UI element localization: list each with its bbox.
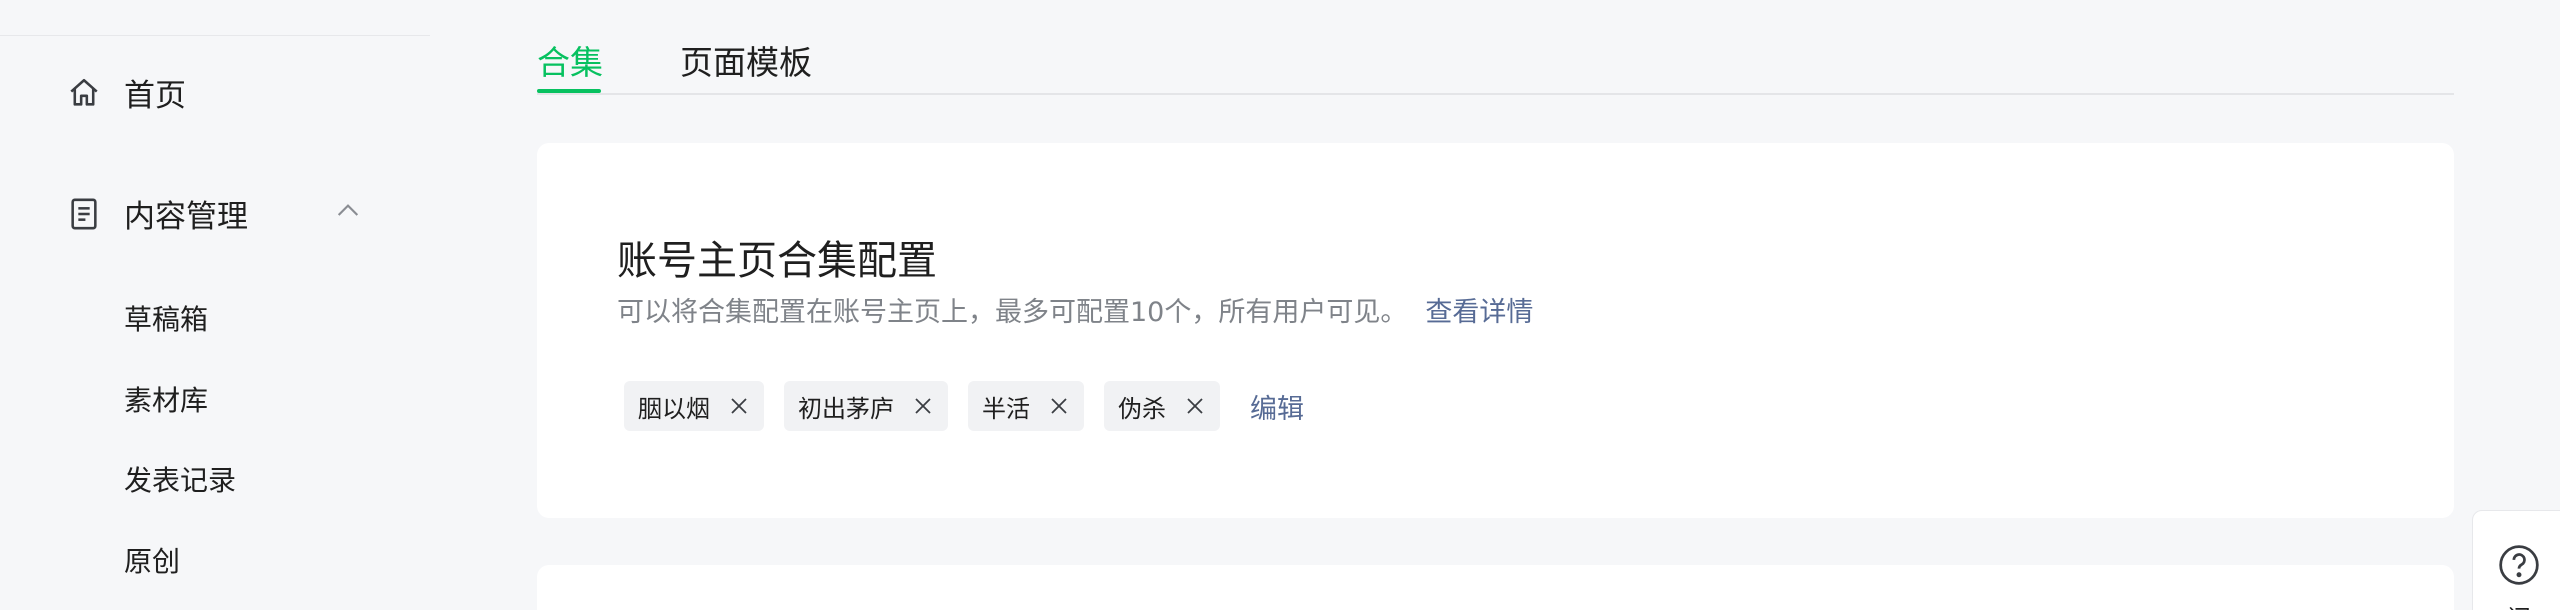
help-label: 问: [2507, 599, 2531, 610]
card-description: 可以将合集配置在账号主页上，最多可配置10个，所有用户可见。 查看详情: [617, 290, 1533, 329]
secondary-card: [537, 565, 2454, 610]
sidebar-item-drafts[interactable]: 草稿箱: [124, 298, 208, 338]
tab-bar: 合集 页面模板: [537, 0, 2454, 95]
tab-collection[interactable]: 合集: [537, 36, 603, 84]
collection-config-card: 账号主页合集配置 可以将合集配置在账号主页上，最多可配置10个，所有用户可见。查…: [537, 143, 2454, 518]
sidebar-item-materials[interactable]: 素材库: [124, 379, 208, 419]
sidebar-item-home[interactable]: 首页: [64, 70, 186, 115]
tag-label: 伪杀: [1118, 394, 1166, 423]
active-tab-indicator: [537, 89, 601, 93]
tag-list: 胭以烟 初出茅庐 半活 伪杀 编辑: [624, 381, 1304, 431]
card-title: 账号主页合集配置: [617, 238, 937, 284]
tab-page-template[interactable]: 页面模板: [680, 36, 812, 84]
sidebar-item-content-management[interactable]: 内容管理: [64, 191, 374, 236]
sidebar-item-label: 首页: [124, 78, 186, 114]
sidebar-item-label: 内容管理: [124, 199, 248, 235]
collection-tag: 半活: [968, 381, 1084, 431]
close-icon[interactable]: [728, 395, 750, 417]
tag-label: 半活: [982, 394, 1030, 423]
divider: [0, 35, 430, 36]
description-text: 可以将合集配置在账号主页上，最多可配置10个，所有用户可见。: [617, 297, 1408, 328]
collection-tag: 伪杀: [1104, 381, 1220, 431]
collection-tag: 胭以烟: [624, 381, 764, 431]
sidebar: 首页 内容管理 草稿箱 素材库 发表记录 原创: [0, 0, 430, 610]
home-icon: [64, 73, 104, 113]
sidebar-item-publish-records[interactable]: 发表记录: [124, 459, 236, 499]
close-icon[interactable]: [1048, 395, 1070, 417]
edit-link[interactable]: 编辑: [1250, 387, 1304, 426]
view-details-link[interactable]: 查看详情: [1425, 297, 1533, 328]
sidebar-item-original[interactable]: 原创: [124, 540, 180, 580]
close-icon[interactable]: [912, 395, 934, 417]
question-icon: [2497, 543, 2541, 587]
tag-label: 初出茅庐: [798, 394, 894, 423]
tag-label: 胭以烟: [638, 394, 710, 423]
help-float-button[interactable]: 问: [2472, 510, 2560, 610]
document-icon: [64, 194, 104, 234]
collection-tag: 初出茅庐: [784, 381, 948, 431]
chevron-up-icon[interactable]: [332, 195, 364, 227]
close-icon[interactable]: [1184, 395, 1206, 417]
